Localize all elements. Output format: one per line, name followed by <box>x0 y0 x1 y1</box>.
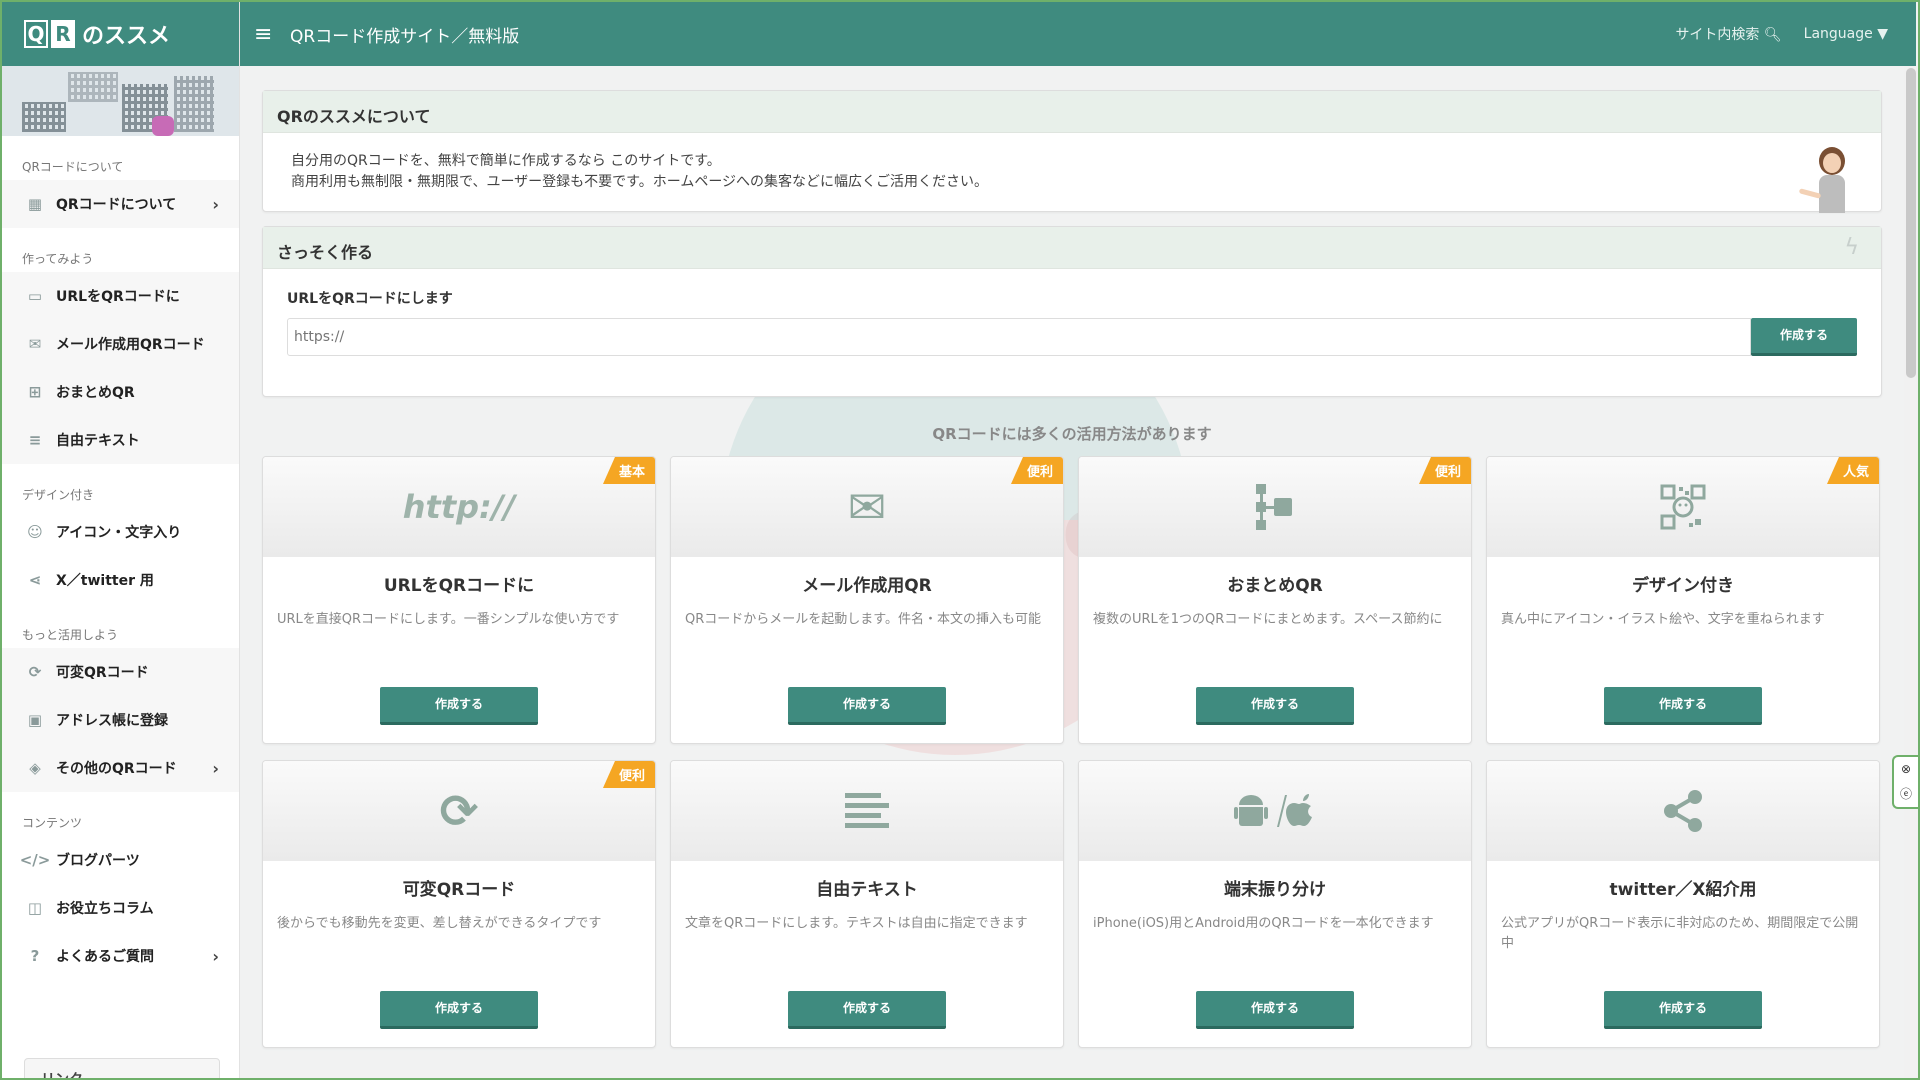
site-search-link[interactable]: サイト内検索 🔍︎ <box>1675 24 1781 44</box>
brand[interactable]: Q R のススメ <box>2 2 239 66</box>
chevron-right-icon: › <box>212 758 219 778</box>
share-icon: ⋖ <box>28 571 42 589</box>
card-device-split[interactable]: 端末振り分け iPhone(iOS)用とAndroid用のQRコードを一本化でき… <box>1078 760 1472 1048</box>
sidebar-item-other-qr[interactable]: ◈ その他のQRコード › <box>2 744 239 792</box>
envelope-icon: ✉ <box>28 335 42 353</box>
sidebar-item-free-text[interactable]: ≡ 自由テキスト <box>2 416 239 464</box>
browser-window-icon: ▭ <box>27 287 43 305</box>
nav-section-label: 作ってみよう <box>22 252 94 266</box>
bolt-icon: ϟ <box>1844 235 1859 260</box>
create-button[interactable]: 作成する <box>788 991 946 1029</box>
url-input-label: URLをQRコードにします <box>287 291 453 307</box>
android-apple-icon <box>1234 794 1312 827</box>
refresh-icon: ⟳ <box>439 784 479 838</box>
caret-down-icon: ▼ <box>1877 26 1888 42</box>
nav-section-label: もっと活用しよう <box>22 628 119 642</box>
question-icon: ? <box>30 947 40 965</box>
sidebar: Q R のススメ QRコードについて ▦ QRコードについて › 作ってみよう … <box>2 2 240 1078</box>
create-button[interactable]: 作成する <box>380 991 538 1029</box>
site-logo[interactable]: Q R のススメ <box>24 18 170 50</box>
scrollbar-thumb[interactable] <box>1906 68 1916 378</box>
create-button[interactable]: 作成する <box>1196 991 1354 1029</box>
qr-smile-icon <box>1660 484 1706 530</box>
book-icon: ◫ <box>27 899 43 917</box>
card-bundle-qr[interactable]: 便利 おまとめQR 複数のURLを1つのQRコードにまとめます。スペース節約に … <box>1078 456 1472 744</box>
code-icon: </> <box>19 851 51 869</box>
instagram-icon <box>152 116 174 136</box>
smile-icon: ☺ <box>27 523 43 541</box>
card-twitter-x[interactable]: twitter／X紹介用 公式アプリがQRコード表示に非対応のため、期間限定で公… <box>1486 760 1880 1048</box>
nav-section-label: コンテンツ <box>22 816 83 830</box>
hamburger-menu-icon[interactable]: ≡ <box>254 22 284 47</box>
sidebar-item-blog-parts[interactable]: </> ブログパーツ <box>2 836 239 884</box>
side-widget[interactable]: ⊗ ⓔ <box>1892 755 1918 809</box>
sidebar-item-mail-qr[interactable]: ✉ メール作成用QRコード <box>2 320 239 368</box>
envelope-icon: ✉ <box>847 480 887 534</box>
about-line-1: 自分用のQRコードを、無料で簡単に作成するなら このサイトです。 <box>291 153 721 169</box>
sidebar-item-url-qr[interactable]: ▭ URLをQRコードに <box>2 272 239 320</box>
nav-section-label: QRコードについて <box>22 160 124 174</box>
chevron-right-icon: › <box>212 946 219 966</box>
sidebar-item-column[interactable]: ◫ お役立ちコラム <box>2 884 239 932</box>
sidebar-item-bundle-qr[interactable]: ⊞ おまとめQR <box>2 368 239 416</box>
extension-icon[interactable]: ⓔ <box>1900 785 1912 802</box>
http-icon: http:// <box>402 488 516 526</box>
about-panel: QRのススメについて 自分用のQRコードを、無料で簡単に作成するなら このサイト… <box>262 90 1882 213</box>
sitemap-icon <box>1256 484 1292 530</box>
share-icon <box>1664 790 1702 832</box>
refresh-icon: ⟳ <box>28 663 42 681</box>
sidebar-item-dynamic-qr[interactable]: ⟳ 可変QRコード <box>2 648 239 696</box>
quick-create-panel: さっそく作る ϟ URLをQRコードにします 作成する <box>262 226 1882 397</box>
sidebar-banner-image[interactable] <box>2 66 239 136</box>
url-input[interactable] <box>287 318 1751 356</box>
quick-create-button[interactable]: 作成する <box>1751 318 1857 356</box>
search-icon: 🔍︎ <box>1763 27 1782 43</box>
vertical-scrollbar[interactable] <box>1904 66 1918 1078</box>
create-button[interactable]: 作成する <box>1604 687 1762 725</box>
top-header: ≡ QRコード作成サイト／無料版 サイト内検索 🔍︎ Language ▼ <box>240 2 1916 66</box>
sitemap-icon: ⊞ <box>28 383 42 401</box>
main-content: QRのススメについて 自分用のQRコードを、無料で簡単に作成するなら このサイト… <box>262 90 1882 1048</box>
create-button[interactable]: 作成する <box>788 687 946 725</box>
text-lines-icon <box>845 793 889 828</box>
quick-create-title: さっそく作る <box>263 227 1881 269</box>
chevron-right-icon: › <box>212 194 219 214</box>
usage-section-title: QRコードには多くの活用方法があります <box>932 425 1212 443</box>
sidebar-item-qr-about[interactable]: ▦ QRコードについて › <box>2 180 239 228</box>
card-free-text[interactable]: 自由テキスト 文章をQRコードにします。テキストは自由に指定できます 作成する <box>670 760 1064 1048</box>
guide-character-image <box>1798 147 1853 213</box>
text-lines-icon: ≡ <box>28 431 42 449</box>
sidebar-item-address-book[interactable]: ▣ アドレス帳に登録 <box>2 696 239 744</box>
card-mail-qr[interactable]: ✉ 便利 メール作成用QR QRコードからメールを起動します。件名・本文の挿入も… <box>670 456 1064 744</box>
card-design-qr[interactable]: 人気 デザイン付き 真ん中にアイコン・イラスト絵や、文字を重ねられます 作成する <box>1486 456 1880 744</box>
page-title: QRコード作成サイト／無料版 <box>290 26 520 47</box>
contact-card-icon: ▣ <box>27 711 43 729</box>
sidebar-item-faq[interactable]: ? よくあるご質問 › <box>2 932 239 980</box>
create-button[interactable]: 作成する <box>1196 687 1354 725</box>
about-line-2: 商用利用も無制限・無期限で、ユーザー登録も不要です。ホームページへの集客などに幅… <box>291 174 989 190</box>
close-icon[interactable]: ⊗ <box>1901 762 1911 776</box>
create-button[interactable]: 作成する <box>1604 991 1762 1029</box>
about-title: QRのススメについて <box>263 91 1881 133</box>
qr-grid-icon: ▦ <box>27 195 43 213</box>
create-button[interactable]: 作成する <box>380 687 538 725</box>
nav-section-label: デザイン付き <box>22 488 95 502</box>
links-card: リンク <box>24 1058 220 1078</box>
sidebar-item-twitter[interactable]: ⋖ X／twitter 用 <box>2 556 239 604</box>
usage-card-grid: http:// 基本 URLをQRコードに URLを直接QRコードにします。一番… <box>262 456 1882 1048</box>
card-dynamic-qr[interactable]: ⟳ 便利 可変QRコード 後からでも移動先を変更、差し替えができるタイプです 作… <box>262 760 656 1048</box>
language-dropdown[interactable]: Language ▼ <box>1804 26 1888 42</box>
sidebar-item-icon-text[interactable]: ☺ アイコン・文字入り <box>2 508 239 556</box>
cube-icon: ◈ <box>29 759 41 777</box>
card-url-qr[interactable]: http:// 基本 URLをQRコードに URLを直接QRコードにします。一番… <box>262 456 656 744</box>
